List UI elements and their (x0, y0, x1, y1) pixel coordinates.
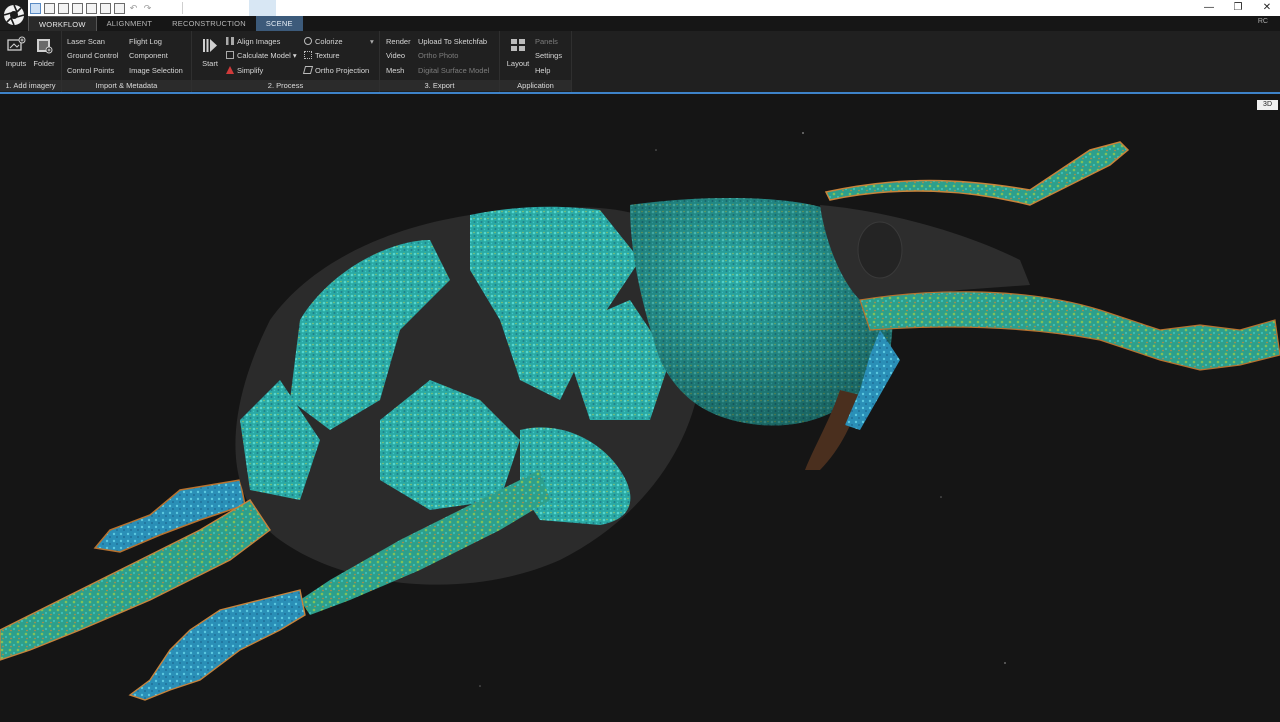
tab-workflow[interactable]: WORKFLOW (28, 16, 97, 31)
group-label-application: Application (500, 80, 571, 91)
layout-6-icon[interactable] (100, 2, 111, 14)
control-points-button[interactable]: Control Points (67, 65, 114, 76)
title-bar: ↶ ↷ — ❐ ✕ (0, 0, 1280, 16)
calculate-model-button[interactable]: Calculate Model ▾ (226, 50, 297, 61)
group-import-metadata: Laser Scan Ground Control Control Points… (62, 31, 192, 92)
digital-surface-model-button[interactable]: Digital Surface Model (418, 65, 489, 76)
simplify-label: Simplify (237, 66, 264, 75)
3d-viewport[interactable]: 3D (0, 94, 1280, 722)
user-badge[interactable]: RC (1258, 18, 1268, 25)
dust-speck (655, 149, 657, 151)
undo-icon[interactable]: ↶ (128, 3, 139, 14)
align-images-button[interactable]: Align Images (226, 36, 280, 47)
folder-button[interactable]: Folder (31, 35, 57, 77)
layout-3-icon[interactable] (58, 2, 69, 14)
align-images-label: Align Images (237, 37, 281, 46)
colorize-icon (304, 37, 312, 45)
dust-speck (802, 132, 804, 134)
inputs-button[interactable]: Inputs (3, 35, 29, 77)
inputs-icon (7, 36, 26, 51)
colorize-button[interactable]: Colorize (304, 36, 343, 47)
flight-log-button[interactable]: Flight Log (129, 36, 162, 47)
process-more-icon[interactable]: ▾ (370, 36, 374, 47)
group-add-imagery: Inputs Folder 1. Add imagery (0, 31, 62, 92)
help-button[interactable]: Help (535, 65, 550, 76)
render-button[interactable]: Render (386, 36, 411, 47)
simplify-icon (226, 66, 234, 74)
folder-icon (37, 39, 53, 54)
image-selection-button[interactable]: Image Selection (129, 65, 183, 76)
ortho-projection-icon (302, 66, 314, 74)
tab-alignment[interactable]: ALIGNMENT (97, 16, 163, 31)
group-label-export: 3. Export (380, 80, 499, 91)
layout-7-icon[interactable] (114, 2, 125, 14)
layout-button[interactable]: Layout (505, 35, 531, 77)
layout-5-icon[interactable] (86, 2, 97, 14)
group-export: Render Video Mesh Upload To Sketchfab Or… (380, 31, 500, 92)
quick-access-toolbar: ↶ ↷ (30, 1, 153, 15)
ortho-photo-button[interactable]: Ortho Photo (418, 50, 458, 61)
texture-label: Texture (315, 51, 340, 60)
close-button[interactable]: ✕ (1252, 0, 1280, 16)
layout-icon (511, 39, 525, 51)
colorize-label: Colorize (315, 37, 343, 46)
start-icon (203, 39, 217, 52)
weevil-head (820, 205, 1030, 300)
redo-icon[interactable]: ↷ (142, 3, 153, 14)
tab-scene[interactable]: SCENE (255, 16, 303, 31)
weevil-eye (857, 221, 903, 279)
simplify-button[interactable]: Simplify (226, 65, 263, 76)
folder-label: Folder (33, 59, 55, 68)
texture-icon (304, 51, 312, 59)
ground-control-button[interactable]: Ground Control (67, 50, 118, 61)
group-label-process: 2. Process (192, 80, 379, 91)
project-title-field[interactable] (182, 2, 248, 14)
ribbon-tabs: WORKFLOW ALIGNMENT RECONSTRUCTION SCENE (28, 16, 303, 31)
start-button[interactable]: Start (197, 35, 223, 77)
app-logo-icon[interactable] (0, 0, 28, 30)
group-label-add-imagery: 1. Add imagery (0, 80, 61, 91)
ortho-projection-label: Ortho Projection (315, 66, 370, 75)
group-application: Layout Panels Settings Help Application (500, 31, 572, 92)
tarsus (128, 589, 306, 701)
ortho-projection-button[interactable]: Ortho Projection (302, 65, 370, 76)
laser-scan-button[interactable]: Laser Scan (67, 36, 105, 47)
calculate-model-icon (226, 51, 234, 59)
start-label: Start (202, 59, 218, 68)
video-button[interactable]: Video (386, 50, 405, 61)
dust-speck (479, 685, 481, 687)
lower-antenna (859, 291, 1280, 371)
settings-button[interactable]: Settings (535, 50, 562, 61)
calculate-model-label: Calculate Model (237, 51, 291, 60)
weevil-model (0, 132, 1280, 701)
align-images-icon (226, 37, 234, 45)
scene-highlight (249, 0, 276, 16)
layout-4-icon[interactable] (72, 2, 83, 14)
minimize-button[interactable]: — (1194, 0, 1224, 16)
upload-sketchfab-button[interactable]: Upload To Sketchfab (418, 36, 487, 47)
dust-speck (940, 496, 942, 498)
layout-2-icon[interactable] (44, 2, 55, 14)
restore-button[interactable]: ❐ (1223, 0, 1253, 16)
group-process: Start Align Images Calculate Model ▾ Sim… (192, 31, 380, 92)
layout-1-icon[interactable] (30, 2, 41, 14)
inputs-label: Inputs (5, 59, 27, 68)
texture-button[interactable]: Texture (304, 50, 340, 61)
mesh-button[interactable]: Mesh (386, 65, 404, 76)
panels-button[interactable]: Panels (535, 36, 558, 47)
upper-antenna (824, 141, 1130, 206)
view-mode-badge[interactable]: 3D (1257, 100, 1278, 110)
ribbon: Inputs Folder 1. Add imagery Laser Scan … (0, 31, 1280, 92)
tab-reconstruction[interactable]: RECONSTRUCTION (162, 16, 256, 31)
layout-label: Layout (506, 59, 530, 68)
group-label-import-metadata: Import & Metadata (62, 80, 191, 91)
component-button[interactable]: Component (129, 50, 168, 61)
dust-speck (1004, 662, 1006, 664)
